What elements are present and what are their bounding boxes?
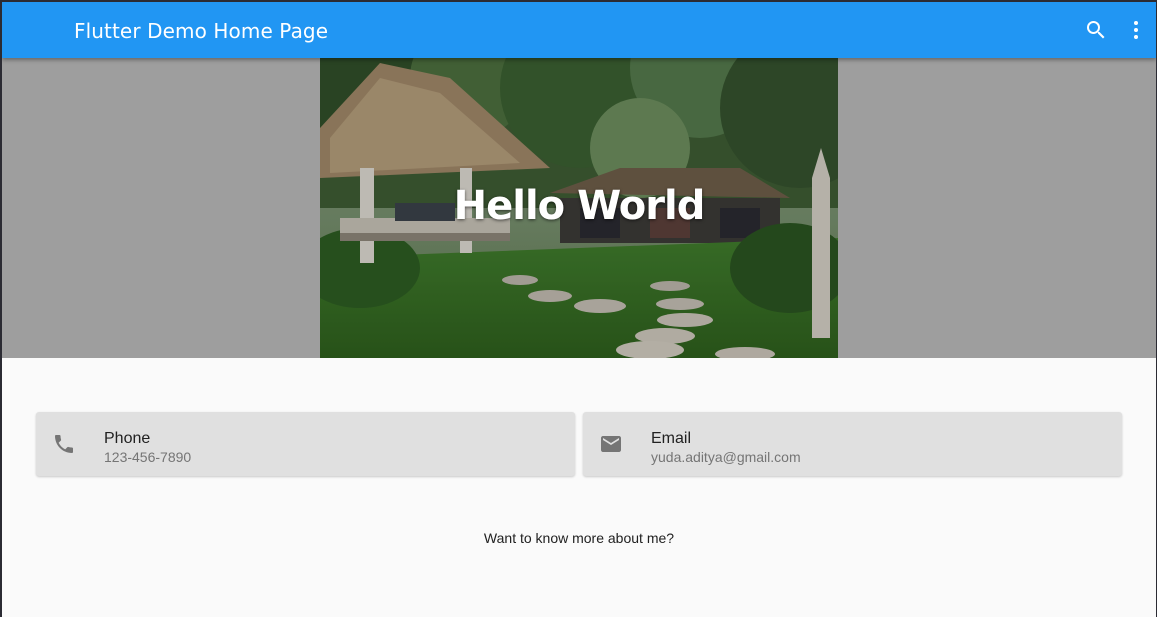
more-about-me-text: Want to know more about me?: [483, 530, 675, 546]
phone-label: Phone: [104, 430, 151, 447]
email-label: Email: [651, 430, 692, 447]
app-bar: Flutter Demo Home Page: [2, 2, 1156, 58]
phone-number: 123-456-7890: [104, 449, 192, 465]
phone-card[interactable]: Phone 123-456-7890: [36, 412, 575, 476]
search-icon[interactable]: [1084, 18, 1108, 42]
hero-banner: Hello World: [2, 58, 1156, 358]
email-address: yuda.aditya@gmail.com: [651, 449, 801, 465]
more-vert-icon[interactable]: [1124, 18, 1148, 42]
garden-gazebo-photo: Hello World: [320, 58, 838, 358]
email-icon: [599, 432, 623, 456]
hero-title: Hello World: [453, 183, 706, 229]
phone-icon: [52, 432, 76, 456]
email-card[interactable]: Email yuda.aditya@gmail.com: [583, 412, 1122, 476]
app-title: Flutter Demo Home Page: [74, 19, 329, 43]
app-window: Flutter Demo Home Page Hello World Phone…: [2, 2, 1156, 617]
